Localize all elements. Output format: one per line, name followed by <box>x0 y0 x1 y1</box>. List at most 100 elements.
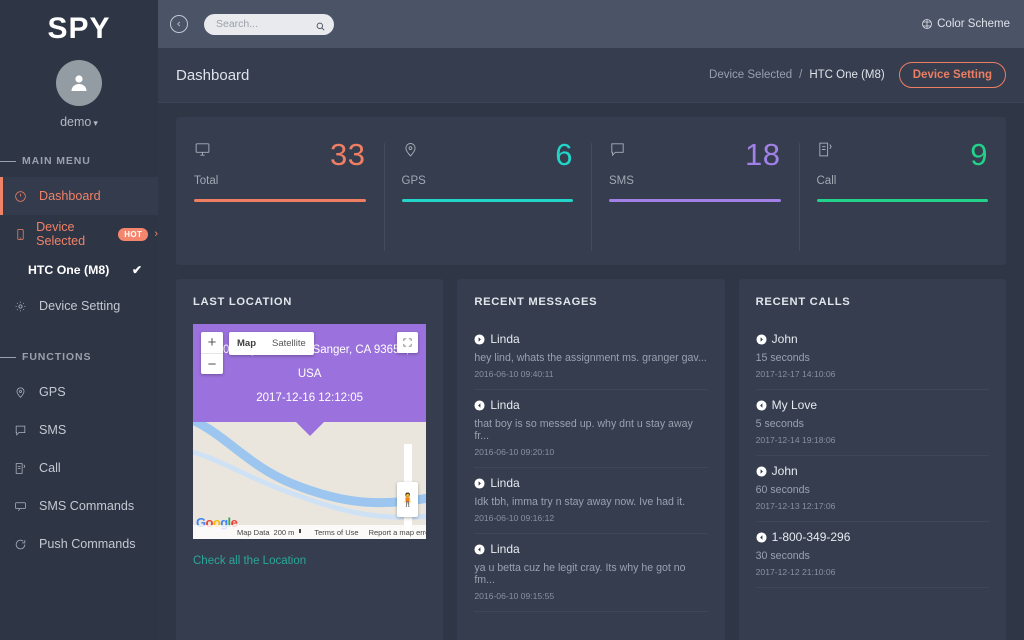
section-functions: FUNCTIONS <box>0 351 158 363</box>
color-scheme-button[interactable]: Color Scheme <box>921 18 1010 30</box>
map-type-satellite[interactable]: Satellite <box>264 332 314 355</box>
call-row[interactable]: John 60 seconds 2017-12-13 12:17:06 <box>756 456 989 522</box>
message-text: hey lind, whats the assignment ms. grang… <box>474 352 707 364</box>
section-main-menu: MAIN MENU <box>0 155 158 167</box>
app-root: SPY demo▾ MAIN MENU Dashboard <box>0 0 1024 640</box>
call-log-icon <box>817 141 834 163</box>
street-view-pegman-icon: 🧍 <box>400 492 416 508</box>
stat-call: 9 Call <box>799 141 1007 265</box>
message-row[interactable]: Linda ya u betta cuz he legit cray. Its … <box>474 534 707 612</box>
map-terms-link[interactable]: Terms of Use <box>314 528 358 537</box>
stat-progress-bar <box>817 199 989 202</box>
search-input[interactable] <box>216 18 315 30</box>
sidebar-item-call[interactable]: Call <box>0 449 158 487</box>
main-nav: Dashboard Device Selected HOT › HTC One … <box>0 177 158 325</box>
contact-name: Linda <box>490 332 519 346</box>
mobile-device-icon <box>14 228 29 241</box>
contact-name: John <box>772 464 798 478</box>
contact-name: Linda <box>490 476 519 490</box>
monitor-icon <box>194 141 211 163</box>
panel-last-location: LAST LOCATION Boucher Ferme St-Jean 630 … <box>176 279 443 640</box>
stat-progress-bar <box>402 199 574 202</box>
sidebar-item-push-commands[interactable]: Push Commands <box>0 525 158 563</box>
profile-block: demo▾ <box>0 52 158 129</box>
call-duration: 60 seconds <box>756 484 989 496</box>
stat-value: 18 <box>745 141 780 169</box>
sidebar-item-label: Push Commands <box>39 537 136 551</box>
stat-progress-bar <box>609 199 781 202</box>
map-type-switcher[interactable]: Map Satellite <box>229 332 314 355</box>
stat-progress-bar <box>194 199 366 202</box>
sidebar-item-label: Device Setting <box>39 299 120 313</box>
sms-commands-icon <box>14 500 32 513</box>
username-dropdown[interactable]: demo▾ <box>0 115 158 129</box>
check-all-location-link[interactable]: Check all the Location <box>193 555 426 567</box>
stat-top: 9 <box>817 141 989 169</box>
call-timestamp: 2017-12-14 19:18:06 <box>756 435 989 445</box>
fullscreen-button[interactable] <box>397 332 418 353</box>
info-country: USA <box>199 362 420 386</box>
map-widget[interactable]: Boucher Ferme St-Jean 630 Croydon Drive,… <box>193 324 426 539</box>
sidebar-item-label: SMS Commands <box>39 499 134 513</box>
panel-title: RECENT MESSAGES <box>474 296 707 308</box>
message-text: that boy is so messed up. why dnt u stay… <box>474 418 707 442</box>
contact-name: John <box>772 332 798 346</box>
street-view-pegman[interactable]: 🧍 <box>397 482 418 517</box>
check-icon: ✔ <box>132 263 142 277</box>
sidebar-item-label: Dashboard <box>39 189 101 203</box>
message-contact: Linda <box>474 476 707 490</box>
sidebar-item-label: Device Selected <box>36 220 112 248</box>
breadcrumb-prev[interactable]: Device Selected <box>709 69 792 81</box>
sidebar-item-sms[interactable]: SMS <box>0 411 158 449</box>
message-timestamp: 2016-06-10 09:40:11 <box>474 369 707 379</box>
breadcrumb: Device Selected / HTC One (M8) Device Se… <box>709 62 1006 88</box>
stat-value: 9 <box>970 141 988 169</box>
zoom-out-button[interactable]: − <box>201 353 223 374</box>
map-zoom-controls[interactable]: + − <box>201 332 223 374</box>
speech-bubble-icon <box>609 141 626 163</box>
call-duration: 15 seconds <box>756 352 989 364</box>
map-type-map[interactable]: Map <box>229 332 264 355</box>
device-setting-button[interactable]: Device Setting <box>899 62 1006 88</box>
sidebar-subitem-htc-one-m8[interactable]: HTC One (M8) ✔ <box>0 253 158 287</box>
sidebar-item-device-selected[interactable]: Device Selected HOT › <box>0 215 158 253</box>
call-row[interactable]: John 15 seconds 2017-12-17 14:10:06 <box>756 324 989 390</box>
search-icon[interactable] <box>315 19 326 30</box>
stat-label: Call <box>817 175 989 187</box>
push-refresh-icon <box>14 538 32 551</box>
sidebar: SPY demo▾ MAIN MENU Dashboard <box>0 0 158 640</box>
stat-top: 18 <box>609 141 781 169</box>
page-title: Dashboard <box>176 67 249 84</box>
page-header: Dashboard Device Selected / HTC One (M8)… <box>158 48 1024 103</box>
avatar[interactable] <box>56 60 102 106</box>
search-box[interactable] <box>204 14 334 35</box>
call-row[interactable]: 1-800-349-296 30 seconds 2017-12-12 21:1… <box>756 522 989 588</box>
zoom-in-button[interactable]: + <box>201 332 223 353</box>
direction-incoming-icon <box>474 544 485 555</box>
panels-row: LAST LOCATION Boucher Ferme St-Jean 630 … <box>176 279 1006 640</box>
collapse-sidebar-button[interactable] <box>170 15 188 33</box>
message-timestamp: 2016-06-10 09:16:12 <box>474 513 707 523</box>
message-row[interactable]: Linda hey lind, whats the assignment ms.… <box>474 324 707 390</box>
stat-top: 33 <box>194 141 366 169</box>
topbar: Color Scheme <box>158 0 1024 48</box>
contact-name: Linda <box>490 542 519 556</box>
call-row[interactable]: My Love 5 seconds 2017-12-14 19:18:06 <box>756 390 989 456</box>
call-timestamp: 2017-12-17 14:10:06 <box>756 369 989 379</box>
sidebar-item-device-setting[interactable]: Device Setting <box>0 287 158 325</box>
call-contact: 1-800-349-296 <box>756 530 989 544</box>
message-row[interactable]: Linda Idk tbh, imma try n stay away now.… <box>474 468 707 534</box>
map-report-link[interactable]: Report a map error <box>369 528 427 537</box>
sidebar-item-label: SMS <box>39 423 66 437</box>
message-timestamp: 2016-06-10 09:20:10 <box>474 447 707 457</box>
map-pin-icon <box>402 141 419 163</box>
sidebar-item-dashboard[interactable]: Dashboard <box>0 177 158 215</box>
message-text: ya u betta cuz he legit cray. Its why he… <box>474 562 707 586</box>
sidebar-item-sms-commands[interactable]: SMS Commands <box>0 487 158 525</box>
breadcrumb-separator: / <box>799 69 802 81</box>
message-row[interactable]: Linda that boy is so messed up. why dnt … <box>474 390 707 468</box>
stat-total: 33 Total <box>176 141 384 265</box>
sidebar-item-gps[interactable]: GPS <box>0 373 158 411</box>
direction-outgoing-icon <box>756 466 767 477</box>
hot-badge: HOT <box>118 228 148 241</box>
